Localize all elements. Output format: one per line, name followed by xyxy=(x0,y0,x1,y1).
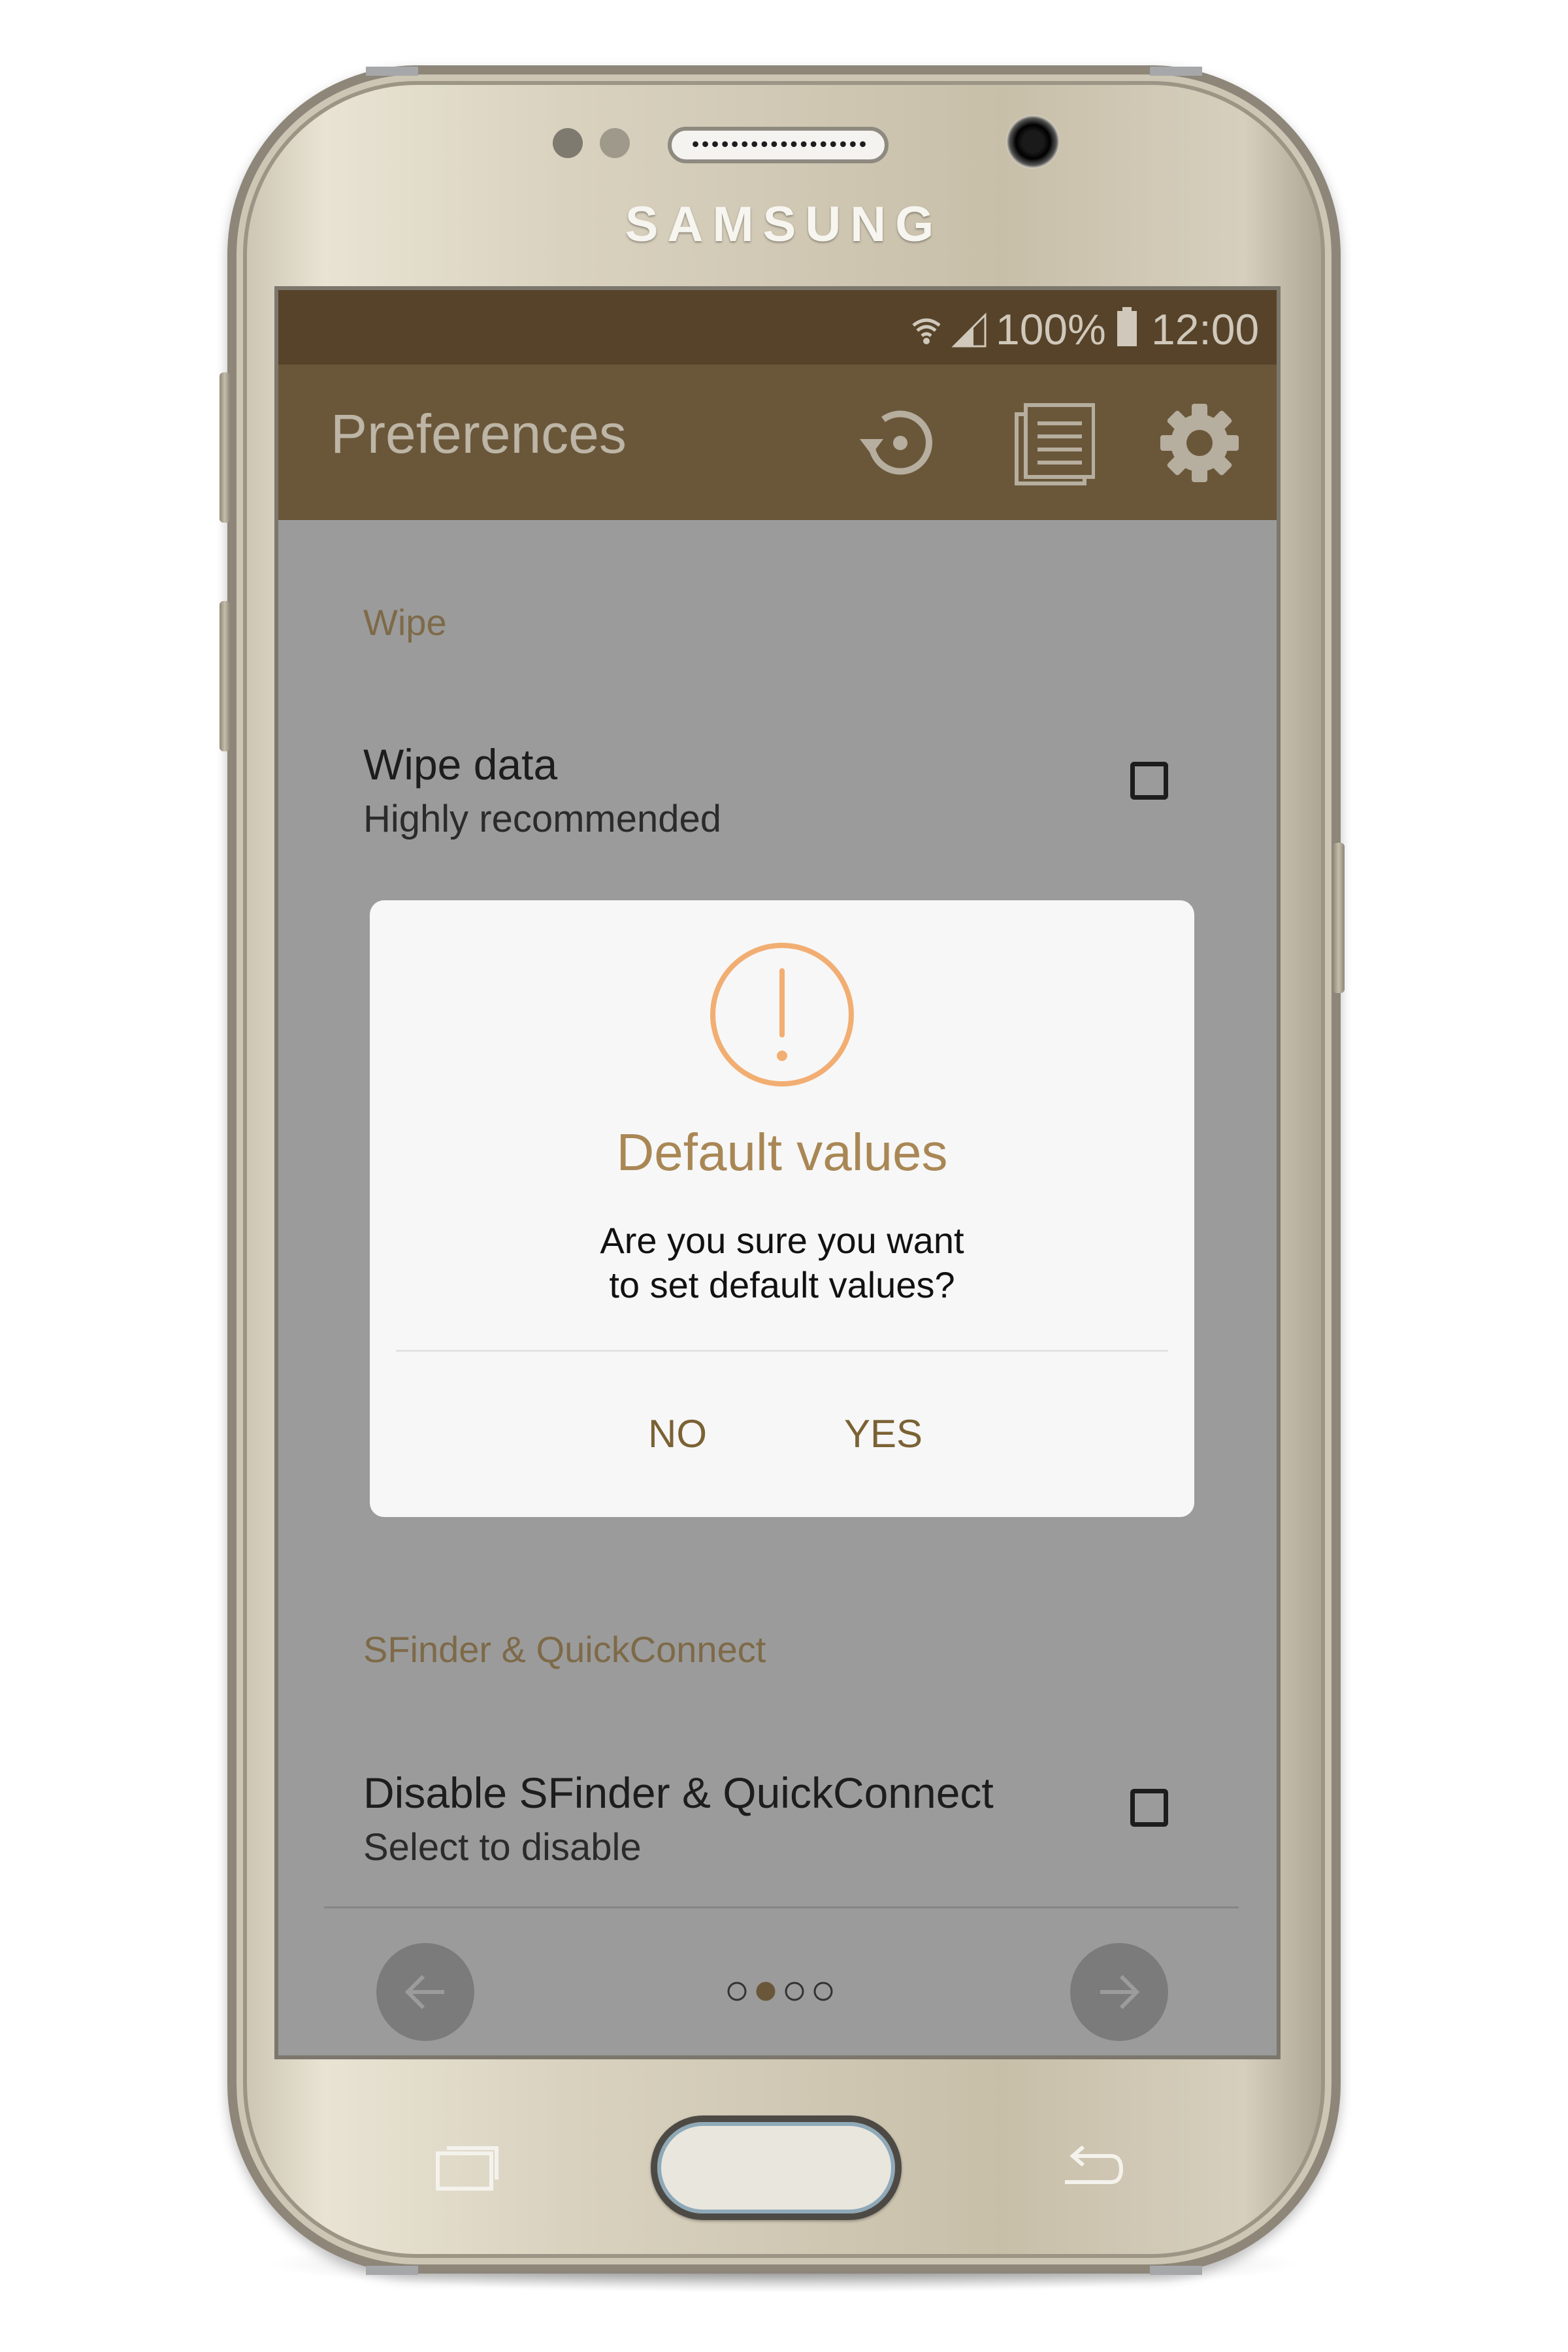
section-header-wipe: Wipe xyxy=(363,602,447,643)
disable-sfinder-checkbox[interactable] xyxy=(1130,1789,1168,1827)
page-dot xyxy=(785,1982,804,2001)
wipe-data-summary: Highly recommended xyxy=(363,798,722,840)
front-camera xyxy=(1006,115,1060,169)
home-button[interactable] xyxy=(651,2115,902,2220)
warning-exclamation-icon xyxy=(706,938,858,1094)
dialog-yes-button[interactable]: YES xyxy=(844,1411,923,1456)
page-dots-svg xyxy=(727,1982,833,2001)
clock: 12:00 xyxy=(1151,305,1260,353)
default-values-dialog: Default values Are you sure you want to … xyxy=(370,900,1194,1517)
power-button[interactable] xyxy=(1333,843,1345,993)
recent-apps-key[interactable] xyxy=(431,2136,503,2195)
wipe-data-checkbox[interactable] xyxy=(1130,762,1168,800)
antenna-band xyxy=(1150,2266,1202,2275)
antenna-band xyxy=(366,67,418,76)
dialog-divider xyxy=(396,1350,1168,1352)
dialog-message-line-2: to set default values? xyxy=(609,1264,955,1305)
page-dot-active xyxy=(756,1982,776,2001)
dialog-message-line-1: Are you sure you want xyxy=(600,1220,964,1261)
settings-gear-icon xyxy=(1154,404,1245,491)
previous-page-button[interactable] xyxy=(376,1943,474,2041)
back-key[interactable] xyxy=(1056,2136,1128,2195)
battery-icon xyxy=(1116,307,1138,351)
recent-apps-icon xyxy=(431,2146,503,2198)
log-button[interactable] xyxy=(1004,397,1096,491)
wipe-data-title: Wipe data xyxy=(363,740,558,789)
app-title: Preferences xyxy=(331,403,627,465)
disable-sfinder-title: Disable SFinder & QuickConnect xyxy=(363,1769,994,1817)
log-icon xyxy=(1004,403,1096,491)
light-sensor xyxy=(600,128,630,158)
status-bar: 100% 12:00 xyxy=(278,290,1277,365)
app-bar: Preferences xyxy=(278,365,1277,520)
page-indicator xyxy=(720,1978,851,2004)
wifi-icon xyxy=(909,314,943,351)
volume-down-button[interactable] xyxy=(220,601,230,751)
arrow-right-icon xyxy=(1070,1974,1168,2044)
screen: 100% 12:00 Preferences Wipe Wipe data Hi… xyxy=(274,286,1281,2059)
antenna-band xyxy=(366,2266,418,2275)
antenna-band xyxy=(1150,67,1202,76)
restore-icon xyxy=(853,410,945,491)
battery-percent: 100% xyxy=(996,305,1106,353)
settings-button[interactable] xyxy=(1154,397,1245,489)
arrow-left-icon xyxy=(376,1974,474,2044)
volume-up-button[interactable] xyxy=(220,372,230,523)
dialog-no-button[interactable]: NO xyxy=(648,1411,707,1456)
earpiece-speaker: •••••••••••••••••• xyxy=(668,127,889,163)
next-page-button[interactable] xyxy=(1070,1943,1168,2041)
page-dot xyxy=(727,1982,747,2001)
bottom-divider xyxy=(324,1906,1239,1908)
disable-sfinder-summary: Select to disable xyxy=(363,1826,642,1869)
restore-defaults-button[interactable] xyxy=(853,397,945,489)
proximity-sensor xyxy=(553,128,583,158)
brand-logo: SAMSUNG xyxy=(625,197,943,252)
dialog-title: Default values xyxy=(616,1123,948,1181)
back-arrow-icon xyxy=(1056,2145,1128,2198)
page-dot xyxy=(813,1982,833,2001)
signal-icon xyxy=(951,312,988,352)
section-header-sfinder: SFinder & QuickConnect xyxy=(363,1629,766,1670)
